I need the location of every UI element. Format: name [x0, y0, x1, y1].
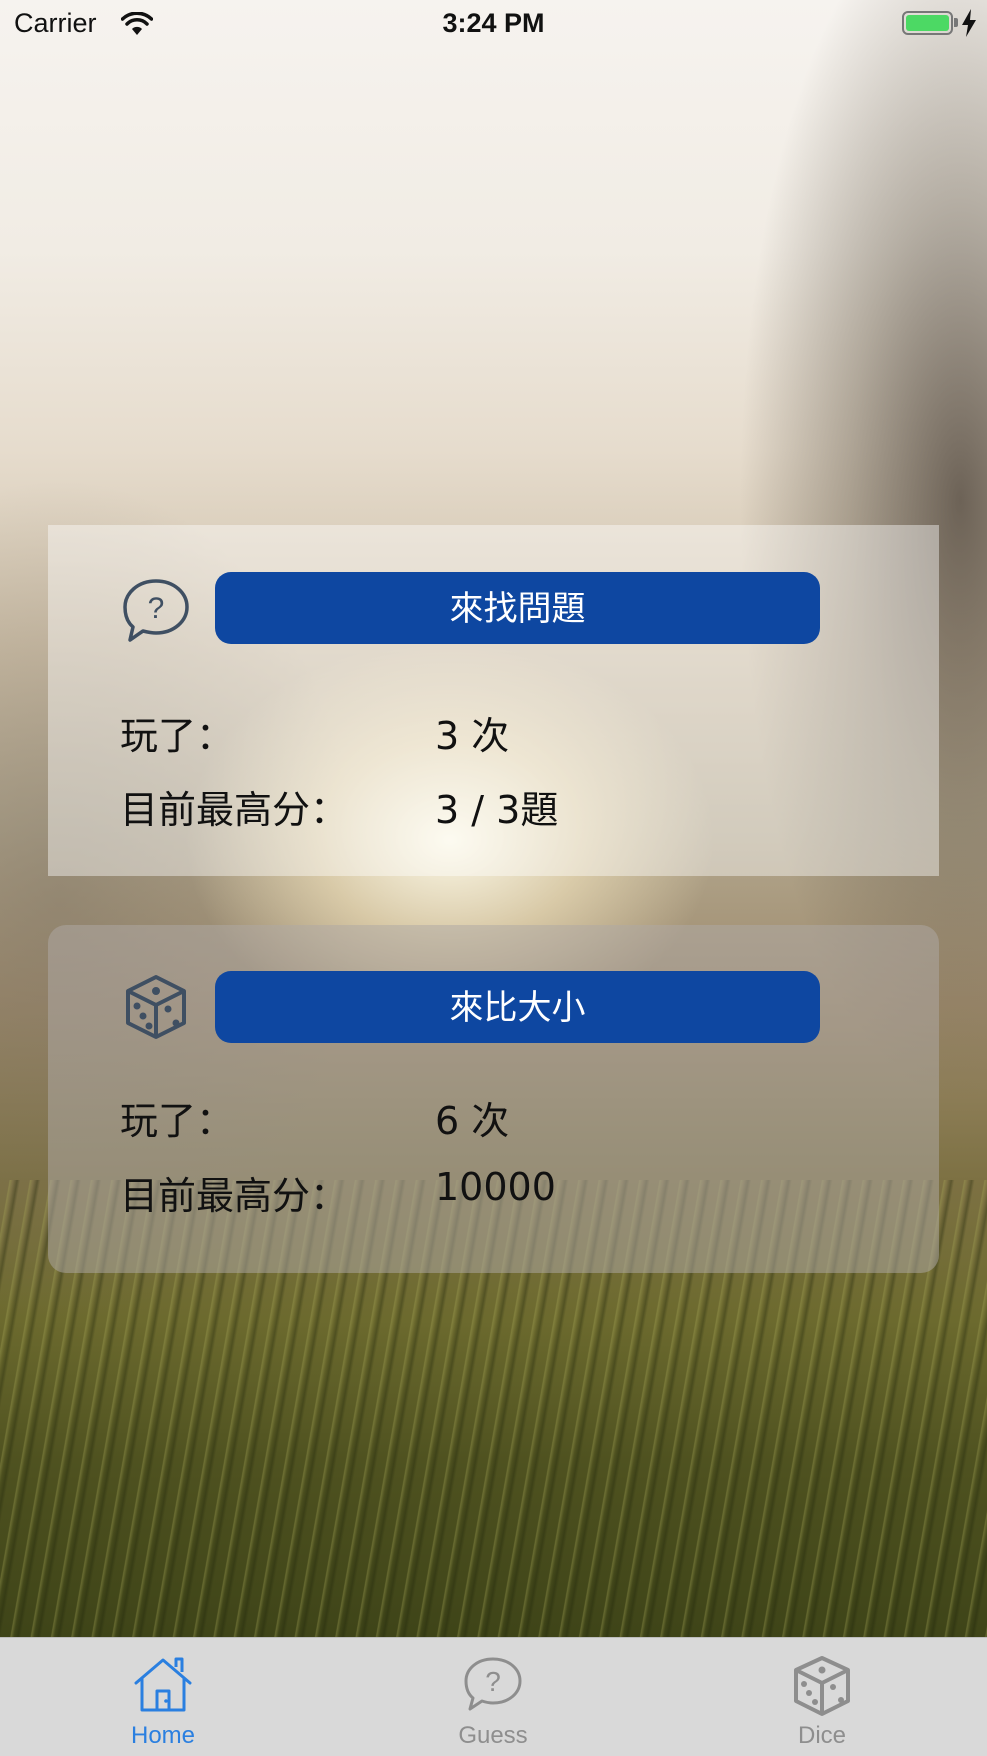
guess-played-label: 玩了： [120, 714, 235, 758]
dice-best-value: 10000 [435, 1165, 556, 1209]
speech-bubble-question-icon: ? [120, 575, 192, 647]
house-icon [134, 1657, 192, 1712]
tab-guess-label: Guess [458, 1722, 528, 1749]
clock-time: 3:24 PM [442, 8, 545, 38]
tab-home[interactable]: Home [63, 1638, 263, 1756]
dice-start-button[interactable]: 來比大小 [215, 971, 820, 1043]
dice-best-label: 目前最高分： [120, 1174, 349, 1218]
guess-played-value: 3 次 [435, 714, 510, 758]
tab-dice-label: Dice [797, 1722, 846, 1749]
charging-bolt-icon [961, 9, 977, 44]
status-bar: Carrier 3:24 PM [0, 0, 987, 48]
guess-best-label: 目前最高分： [120, 788, 349, 832]
tab-dice[interactable]: Dice [722, 1638, 922, 1756]
speech-bubble-question-icon: ? [464, 1657, 522, 1711]
battery-icon [902, 11, 953, 35]
guess-start-button[interactable]: 來找問題 [215, 572, 820, 644]
tab-guess[interactable]: ? Guess [393, 1638, 593, 1756]
guess-card: ? 來找問題 玩了： 3 次 目前最高分： 3 / 3題 [48, 525, 939, 876]
svg-text:?: ? [148, 592, 165, 625]
tab-bar: Home ? Guess Dice [0, 1637, 987, 1756]
tab-home-label: Home [130, 1722, 196, 1749]
dice-played-label: 玩了： [120, 1099, 235, 1143]
battery-nub [954, 18, 958, 27]
svg-text:?: ? [485, 1666, 501, 1697]
dice-card: 來比大小 玩了： 6 次 目前最高分： 10000 [48, 925, 939, 1273]
dice-icon [794, 1656, 850, 1716]
dice-played-value: 6 次 [435, 1099, 510, 1143]
guess-best-value: 3 / 3題 [435, 788, 559, 832]
dice-icon [120, 971, 192, 1043]
